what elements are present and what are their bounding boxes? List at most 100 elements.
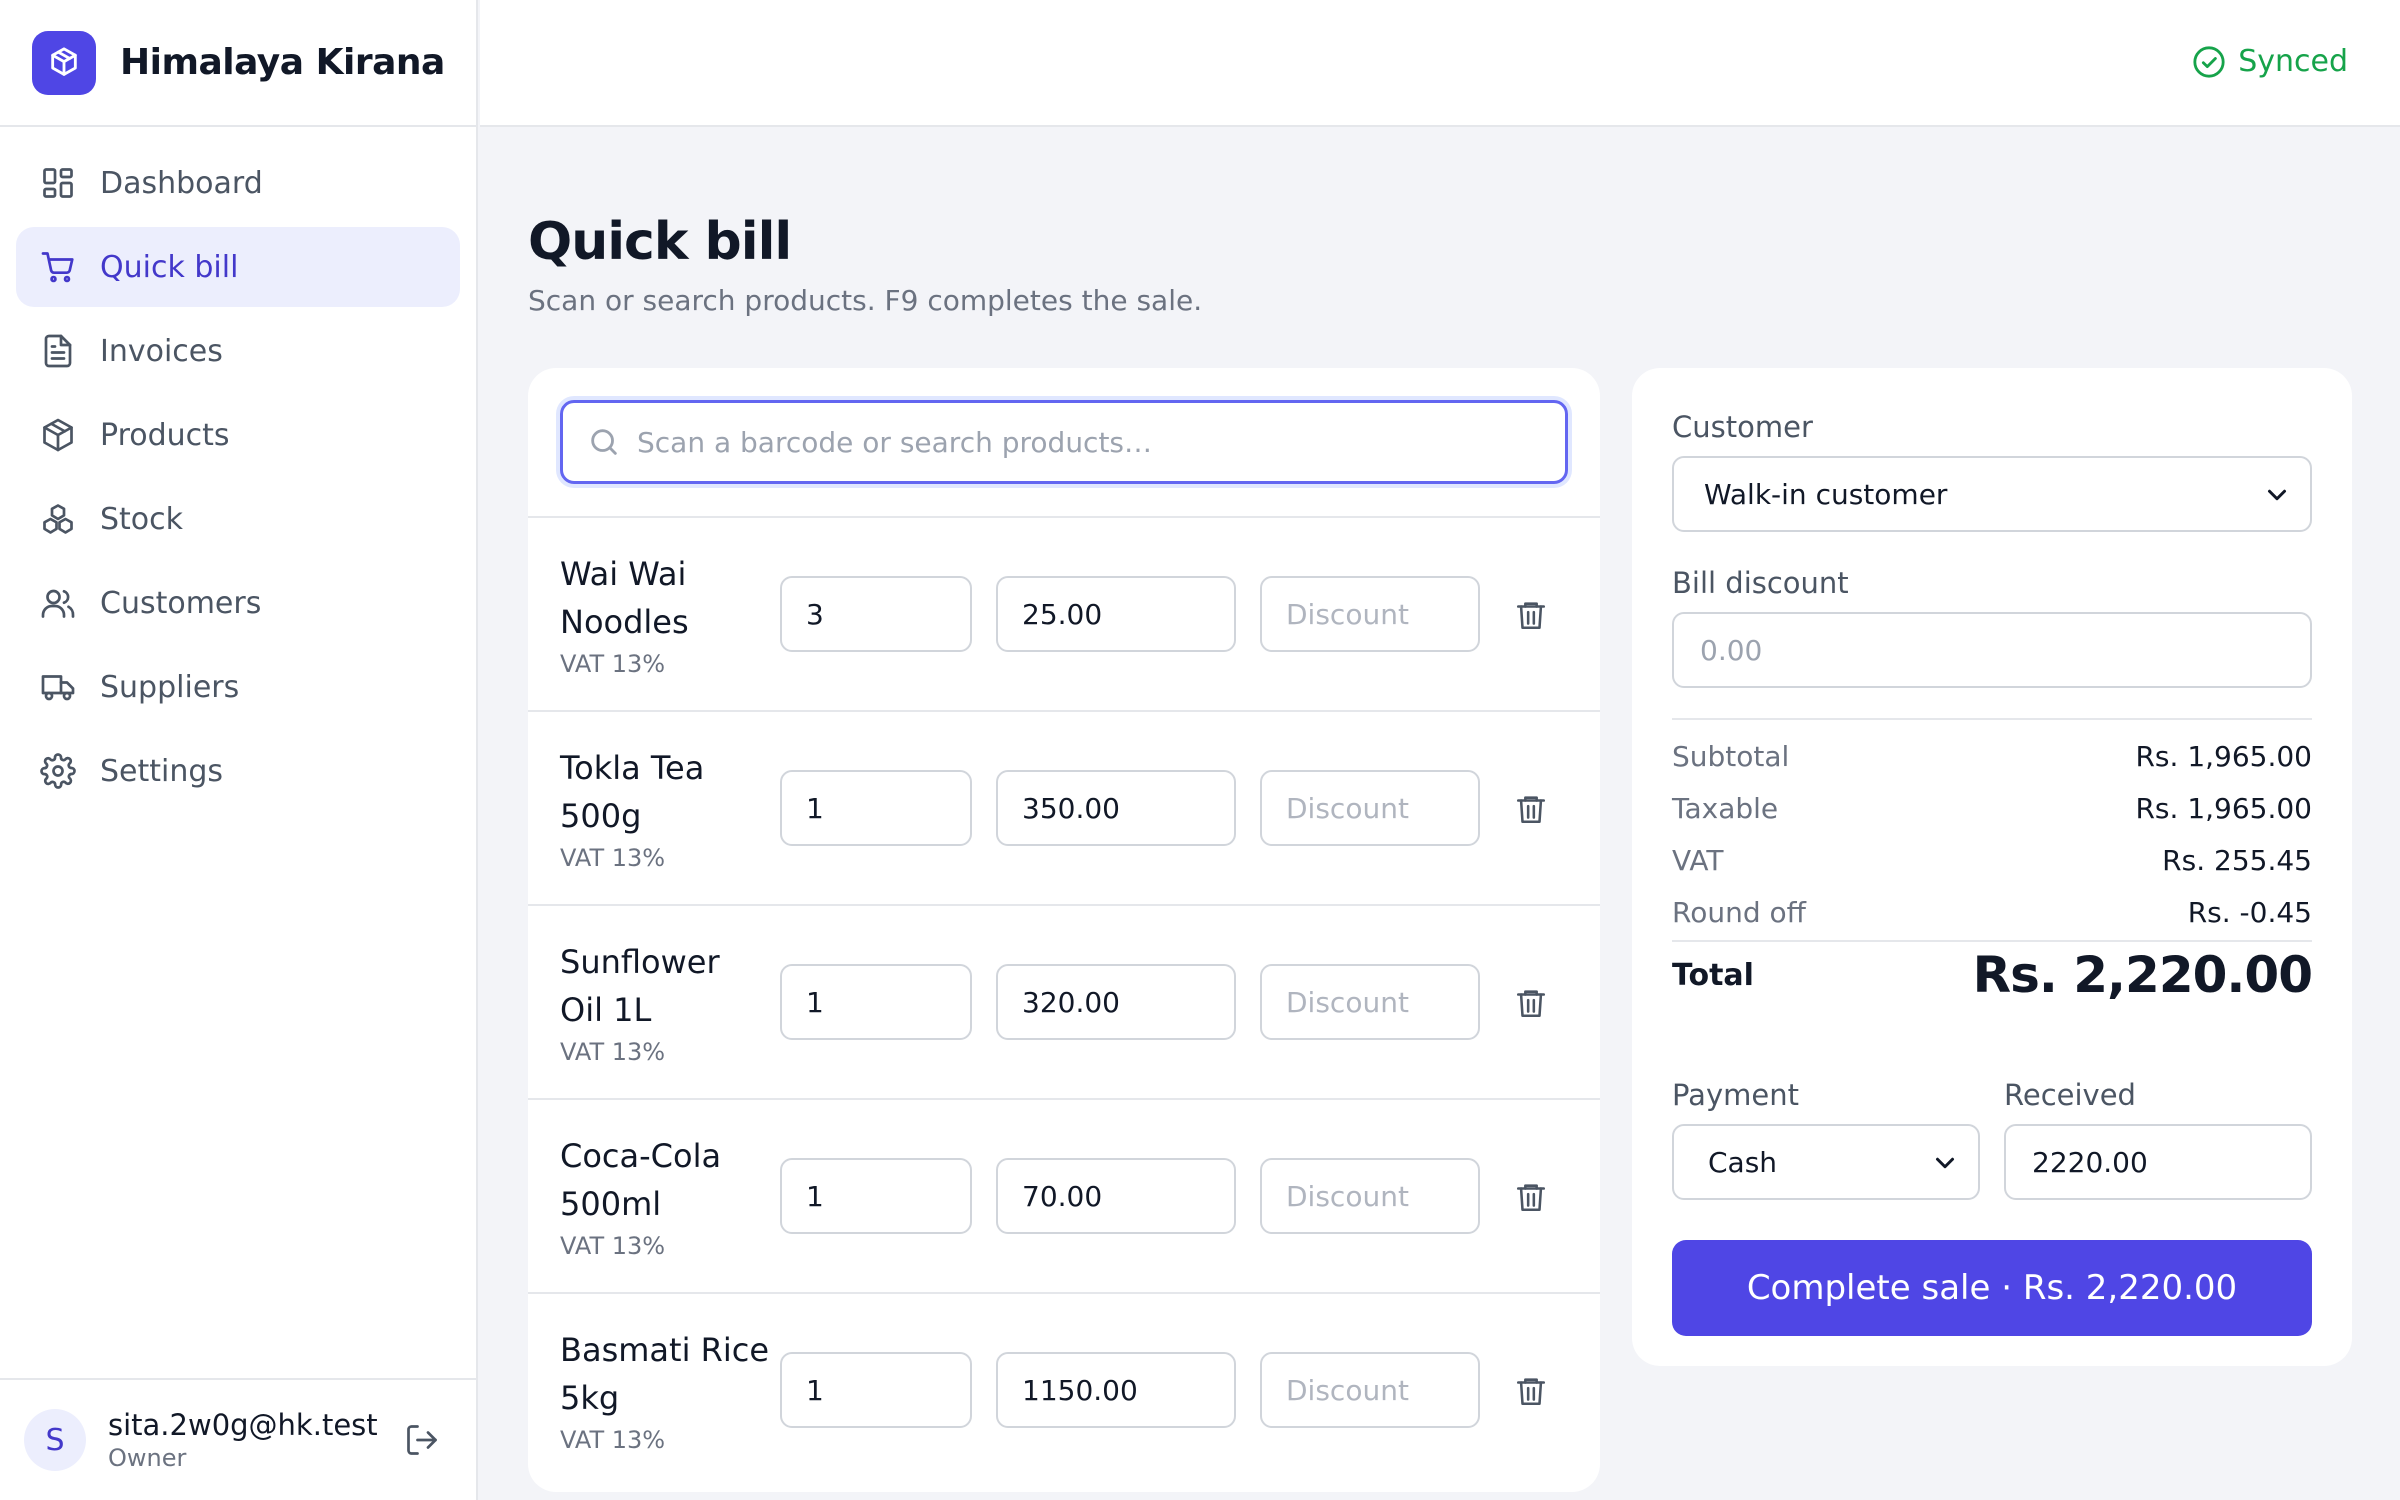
sidebar-item-stock[interactable]: Stock [16,479,460,559]
sidebar-item-suppliers[interactable]: Suppliers [16,647,460,727]
search-box[interactable] [560,400,1568,484]
discount-input[interactable] [1260,1158,1480,1234]
table-row: Wai Wai Noodles VAT 13% [528,518,1600,712]
sidebar-item-label: Invoices [100,333,223,369]
payment-select-value: Cash [1708,1145,1778,1179]
price-input[interactable] [996,576,1236,652]
cart-icon [41,252,74,283]
item-vat: VAT 13% [560,650,666,678]
bill-discount-input[interactable] [1672,612,2312,688]
roundoff-row: Round off Rs. -0.45 [1672,892,2312,932]
dashboard-icon [43,168,73,198]
subtotal-label: Subtotal [1672,739,1790,773]
trash-icon[interactable] [1514,598,1548,632]
item-name: Wai Wai Noodles [560,555,689,641]
sync-status: Synced [2192,44,2348,79]
quantity-input[interactable] [780,576,972,652]
price-input[interactable] [996,770,1236,846]
sidebar-item-label: Customers [100,585,262,621]
price-input[interactable] [996,1352,1236,1428]
sidebar-nav: Dashboard Quick bill Invoices Products S… [0,127,476,811]
quantity-input[interactable] [780,770,972,846]
sidebar-item-products[interactable]: Products [16,395,460,475]
taxable-value: Rs. 1,965.00 [2135,791,2312,825]
customer-select[interactable]: Walk-in customer [1672,456,2312,532]
table-row: Tokla Tea 500g VAT 13% [528,712,1600,906]
item-vat: VAT 13% [560,1426,666,1454]
customer-label: Customer [1672,410,1813,444]
discount-input[interactable] [1260,576,1480,652]
divider [1672,940,2312,942]
sidebar-item-label: Settings [100,753,224,789]
item-name: Coca-Cola 500ml [560,1137,722,1223]
page-title: Quick bill [528,212,792,272]
table-row: Basmati Rice 5kg VAT 13% [528,1294,1600,1488]
payment-select[interactable]: Cash [1672,1124,1980,1200]
complete-sale-button[interactable]: Complete sale · Rs. 2,220.00 [1672,1240,2312,1336]
item-name: Sunflower Oil 1L [560,943,720,1029]
vat-row: VAT Rs. 255.45 [1672,840,2312,880]
quantity-input[interactable] [780,964,972,1040]
subtotal-row: Subtotal Rs. 1,965.00 [1672,736,2312,776]
divider [1672,718,2312,720]
vat-label: VAT [1672,843,1724,877]
search-input[interactable] [637,425,1537,459]
bill-discount-label: Bill discount [1672,566,1849,600]
top-bar: Synced [480,0,2400,127]
price-input[interactable] [996,1158,1236,1234]
sidebar-item-label: Dashboard [100,165,263,201]
trash-icon[interactable] [1514,986,1548,1020]
sidebar-item-label: Products [100,417,230,453]
bill-items-card: Wai Wai Noodles VAT 13% Tokla Tea 500g V… [528,368,1600,1492]
boxes-icon [43,504,73,534]
discount-input[interactable] [1260,770,1480,846]
chevron-down-icon [2268,489,2286,501]
brand: Himalaya Kirana [0,0,476,127]
users-icon [41,589,75,618]
discount-input[interactable] [1260,964,1480,1040]
logout-icon[interactable] [404,1422,440,1458]
taxable-row: Taxable Rs. 1,965.00 [1672,788,2312,828]
quantity-input[interactable] [780,1158,972,1234]
table-row: Sunflower Oil 1L VAT 13% [528,906,1600,1100]
item-vat: VAT 13% [560,1232,666,1260]
user-panel: S sita.2w0g@hk.test Owner [0,1378,476,1500]
subtotal-value: Rs. 1,965.00 [2135,739,2312,773]
received-input[interactable] [2004,1124,2312,1200]
package-icon [43,418,73,452]
price-input[interactable] [996,964,1236,1040]
search-bar [528,368,1600,518]
box-logo-icon [32,30,96,95]
trash-icon[interactable] [1514,792,1548,826]
sidebar: Himalaya Kirana Dashboard Quick bill Inv… [0,0,478,1500]
bill-summary-card: Customer Walk-in customer Bill discount … [1632,368,2352,1366]
sidebar-item-label: Quick bill [100,249,239,285]
trash-icon[interactable] [1514,1180,1548,1214]
quantity-input[interactable] [780,1352,972,1428]
item-vat: VAT 13% [560,1038,666,1066]
search-icon [591,429,617,455]
customer-select-value: Walk-in customer [1704,477,1948,511]
payment-label: Payment [1672,1078,1799,1112]
document-icon [44,334,72,368]
item-name: Tokla Tea 500g [560,749,705,835]
sidebar-item-invoices[interactable]: Invoices [16,311,460,391]
trash-icon[interactable] [1514,1374,1548,1408]
user-email: sita.2w0g@hk.test [108,1408,378,1442]
roundoff-value: Rs. -0.45 [2187,895,2312,929]
sidebar-item-customers[interactable]: Customers [16,563,460,643]
sidebar-item-dashboard[interactable]: Dashboard [16,143,460,223]
sidebar-item-settings[interactable]: Settings [16,731,460,811]
discount-input[interactable] [1260,1352,1480,1428]
total-value: Rs. 2,220.00 [1972,946,2313,1004]
page-subtitle: Scan or search products. F9 completes th… [528,284,1203,317]
total-row: Total Rs. 2,220.00 [1672,946,2313,1004]
gear-icon [40,753,76,789]
sidebar-item-quick-bill[interactable]: Quick bill [16,227,460,307]
user-role: Owner [108,1444,187,1472]
sidebar-item-label: Stock [100,501,184,537]
taxable-label: Taxable [1672,791,1779,825]
table-row: Coca-Cola 500ml VAT 13% [528,1100,1600,1294]
brand-name: Himalaya Kirana [120,42,445,83]
roundoff-label: Round off [1672,895,1806,929]
